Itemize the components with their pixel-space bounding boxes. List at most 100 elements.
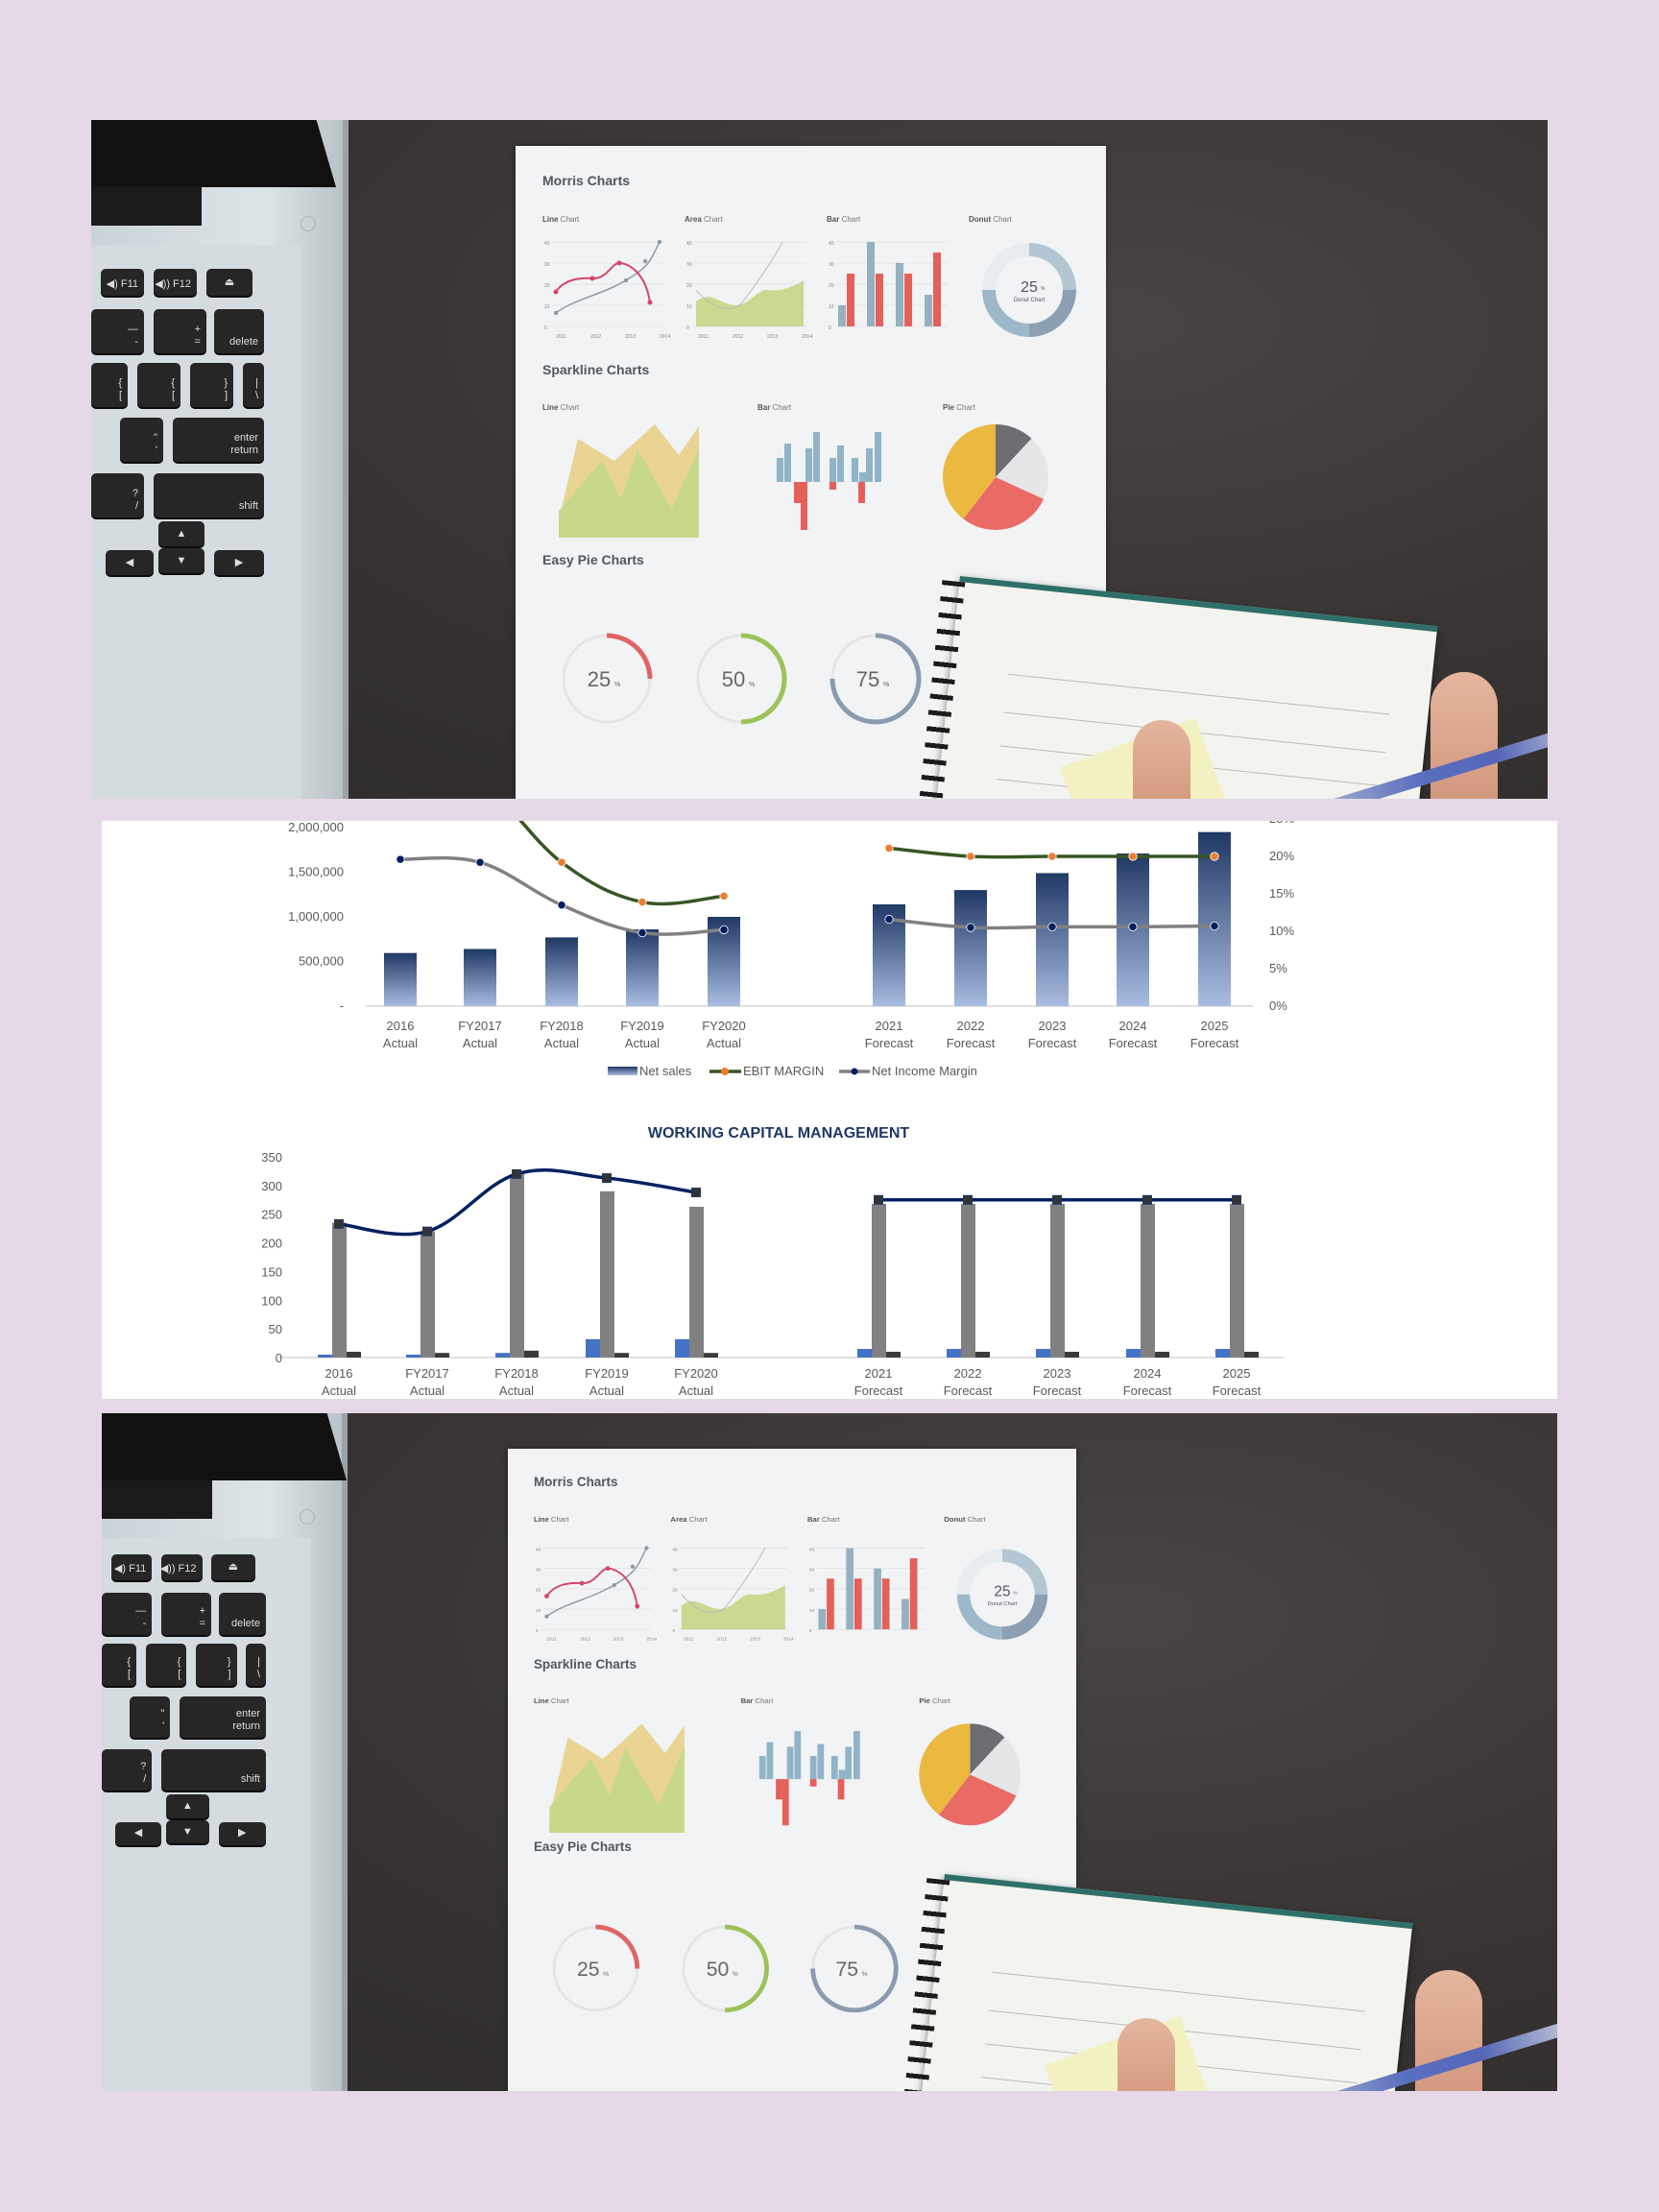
tick: 20: [544, 283, 550, 289]
tick: 2014: [646, 1637, 657, 1643]
donut-label: Donut Chart: [1014, 298, 1046, 303]
category-label: Forecast: [1028, 1036, 1077, 1050]
donut-label: Donut Chart: [987, 1601, 1017, 1607]
pink-point: [635, 1603, 640, 1609]
gray-point: [630, 1564, 636, 1569]
spark-bar-pos: [830, 458, 836, 482]
pink-point: [553, 289, 559, 295]
wc-bar-dark: [1065, 1352, 1079, 1358]
left-tick-label: 500,000: [299, 954, 344, 969]
bar-blue: [902, 1599, 909, 1630]
wc-bar-blue: [406, 1355, 421, 1358]
category-label: 2022: [954, 1366, 982, 1381]
wc-line-marker: [963, 1194, 973, 1205]
legend-net-sales-label: Net sales: [639, 1064, 692, 1078]
y-tick-label: 100: [261, 1293, 282, 1308]
net-income-margin-marker: [719, 925, 729, 935]
keyboard-key: ◀)) F12: [154, 269, 197, 296]
net-income-margin-marker: [637, 927, 647, 938]
left-tick-label: -: [340, 998, 344, 1013]
tick: 10: [686, 304, 692, 310]
spark-bar-pos: [777, 458, 783, 482]
morris-bar-chart: 40 30 20 10 0: [829, 241, 949, 331]
category-label: FY2019: [620, 1019, 664, 1033]
net-income-margin-marker: [966, 923, 975, 932]
category-label: Forecast: [944, 1383, 993, 1398]
y-tick-label: 350: [261, 1150, 282, 1165]
tick: 30: [686, 262, 692, 268]
net-sales-bar: [954, 890, 987, 1006]
tick: 40: [829, 241, 834, 247]
category-label: Forecast: [1213, 1383, 1262, 1398]
easy-pie-value: 50: [707, 1959, 730, 1981]
category-label: 2023: [1039, 1019, 1067, 1033]
wc-bar-dark: [347, 1352, 361, 1358]
category-label: Forecast: [1123, 1383, 1172, 1398]
bar-blue: [846, 1548, 854, 1630]
spark-bar-pos: [859, 472, 866, 482]
wc-bar-gray: [961, 1203, 975, 1358]
keyboard-key: } ]: [195, 1644, 237, 1687]
keyboard-key: shift: [154, 473, 264, 517]
keyboard-key: + =: [154, 309, 206, 353]
wc-bar-blue: [1215, 1349, 1230, 1358]
gray-point: [612, 1582, 616, 1588]
wc-bar-dark: [886, 1352, 901, 1358]
wc-bar-gray: [1230, 1203, 1244, 1358]
keyboard-key: } ]: [190, 363, 233, 407]
tick: 10: [544, 304, 550, 310]
category-label: Actual: [410, 1383, 445, 1398]
category-label: FY2019: [585, 1366, 629, 1381]
wc-line-marker: [602, 1173, 612, 1184]
tick: 40: [536, 1547, 541, 1552]
keyboard-key: { [: [91, 363, 128, 407]
wc-bar-dark: [975, 1352, 990, 1358]
category-label: 2025: [1223, 1366, 1251, 1381]
bar-red: [876, 274, 883, 326]
net-income-margin-marker: [1128, 922, 1138, 931]
wc-bar-gray: [689, 1206, 704, 1358]
tick: 2014: [802, 334, 812, 340]
category-label: Forecast: [1190, 1036, 1239, 1050]
tick: 2011: [556, 334, 566, 340]
category-label: 2024: [1134, 1366, 1162, 1381]
wc-bar-blue: [857, 1349, 872, 1358]
category-label: FY2020: [702, 1019, 746, 1033]
keyboard-key: ▲: [158, 521, 204, 546]
bar-blue: [838, 305, 846, 326]
keyboard-key: { [: [145, 1644, 187, 1687]
tick: 0: [536, 1628, 539, 1634]
keyboard-key: — -: [91, 309, 144, 353]
keyboard-key: enter return: [179, 1695, 266, 1739]
notebook-ruled-line: [992, 1971, 1365, 2012]
photo-top: ◀) F11 ◀)) F12 ⏏ — - + = delete{ [{ [} ] | \ " …: [91, 120, 1548, 799]
bar-red: [847, 274, 854, 326]
category-label: FY2017: [405, 1366, 449, 1381]
category-label: Actual: [625, 1036, 660, 1050]
legend-net-income-marker: [851, 1068, 858, 1075]
tick: 2012: [580, 1637, 590, 1643]
easy-pie-unit: %: [733, 1971, 738, 1978]
pink-point: [616, 260, 622, 266]
tick: 2014: [660, 334, 670, 340]
gray-point: [544, 1614, 549, 1619]
category-label: 2016: [325, 1366, 353, 1381]
tick: 2011: [546, 1637, 557, 1643]
right-tick-label: 10%: [1269, 924, 1294, 938]
wc-line-marker: [874, 1194, 883, 1205]
category-label: 2022: [957, 1019, 985, 1033]
spark-bar-pos: [837, 445, 844, 482]
bar-red: [881, 1578, 890, 1630]
chart-title: WORKING CAPITAL MANAGEMENT: [648, 1125, 910, 1142]
keyboard-key: | \: [246, 1644, 266, 1687]
wc-bar-gray: [1141, 1203, 1155, 1358]
pink-point: [605, 1566, 611, 1572]
category-label: 2021: [876, 1019, 903, 1033]
keyboard-key: ? /: [102, 1748, 153, 1791]
keyboard-key: ◀) F11: [110, 1554, 153, 1580]
wc-line-marker: [1142, 1194, 1152, 1205]
y-tick-label: 150: [261, 1264, 282, 1279]
legend-net-income-label: Net Income Margin: [872, 1064, 977, 1078]
thumb: [1133, 720, 1190, 799]
tick: 30: [544, 262, 550, 268]
